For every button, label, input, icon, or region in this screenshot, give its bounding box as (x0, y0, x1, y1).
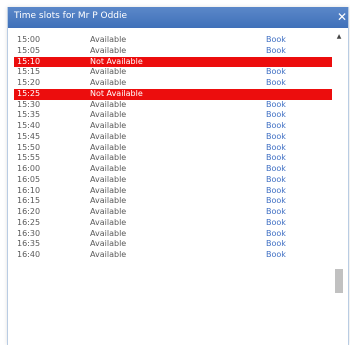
slot-time: 16:10 (17, 185, 41, 195)
book-link[interactable]: Book (266, 164, 286, 175)
book-link[interactable]: Book (266, 143, 286, 154)
slot-status: Available (90, 142, 127, 152)
slot-status: Available (90, 110, 127, 120)
slot-time: 15:05 (17, 45, 41, 55)
slot-time: 15:45 (17, 131, 41, 141)
time-slot-list: 15:00 Available Book 15:05 Available Book 15:1… (14, 35, 332, 261)
slot-status: Available (90, 185, 127, 195)
slot-status: Available (90, 78, 127, 87)
time-slot-row: 15:15 Available Book (14, 67, 332, 78)
slot-status: Available (90, 196, 127, 206)
slot-status: Not Available (90, 56, 143, 66)
time-slot-row: 15:20 Available Book (14, 78, 332, 89)
time-slot-row: 16:10 Available Book (14, 186, 332, 197)
slot-status: Available (90, 217, 127, 227)
slot-status: Available (90, 131, 127, 141)
scroll-thumb[interactable] (335, 269, 343, 293)
slot-status: Available (90, 164, 127, 173)
slot-status: Available (90, 99, 127, 109)
book-link[interactable]: Book (266, 218, 286, 229)
time-slot-row: 16:15 Available Book (14, 196, 332, 207)
scroll-up-arrow-icon[interactable]: ▲ (335, 33, 343, 41)
book-link[interactable]: Book (266, 78, 286, 89)
slot-status: Available (90, 153, 127, 163)
slot-time: 16:20 (17, 207, 41, 216)
time-slot-row: 15:00 Available Book (14, 35, 332, 46)
time-slots-dialog: Time slots for Mr P Oddie ✕ 15:00 Availab… (7, 7, 349, 345)
slot-status: Available (90, 250, 127, 259)
book-link[interactable]: Book (266, 67, 286, 78)
slot-time: 16:00 (17, 164, 41, 173)
slot-time: 15:25 (17, 88, 41, 98)
book-link[interactable]: Book (266, 35, 286, 46)
slot-status: Available (90, 174, 127, 184)
time-slot-row: 16:05 Available Book (14, 175, 332, 186)
book-link[interactable]: Book (266, 121, 286, 132)
time-slot-row: 15:35 Available Book (14, 110, 332, 121)
time-slot-row: 16:25 Available Book (14, 218, 332, 229)
slot-time: 15:15 (17, 67, 41, 77)
time-slot-row: 15:30 Available Book (14, 100, 332, 111)
slot-time: 16:40 (17, 250, 41, 259)
slot-status: Available (90, 207, 127, 216)
book-link[interactable]: Book (266, 132, 286, 143)
dialog-titlebar: Time slots for Mr P Oddie ✕ (8, 7, 348, 28)
book-link[interactable]: Book (266, 100, 286, 111)
dialog-title: Time slots for Mr P Oddie (14, 11, 128, 21)
slot-time: 15:35 (17, 110, 41, 120)
time-slot-row: 15:10 Not Available (14, 56, 332, 68)
book-link[interactable]: Book (266, 250, 286, 261)
time-slot-row: 16:35 Available Book (14, 239, 332, 250)
book-link[interactable]: Book (266, 196, 286, 207)
slot-time: 16:15 (17, 196, 41, 206)
slot-time: 16:30 (17, 228, 41, 238)
time-slot-row: 15:55 Available Book (14, 153, 332, 164)
book-link[interactable]: Book (266, 207, 286, 218)
vertical-scrollbar[interactable]: ▲ (333, 29, 345, 345)
slot-time: 15:00 (17, 35, 41, 44)
book-link[interactable]: Book (266, 186, 286, 197)
slot-status: Available (90, 35, 127, 44)
book-link[interactable]: Book (266, 110, 286, 121)
book-link[interactable]: Book (266, 239, 286, 250)
slot-status: Available (90, 67, 127, 77)
slot-time: 15:55 (17, 153, 41, 163)
time-slot-row: 16:40 Available Book (14, 250, 332, 261)
close-icon[interactable]: ✕ (336, 10, 348, 24)
time-slot-row: 15:05 Available Book (14, 46, 332, 57)
time-slot-row: 16:30 Available Book (14, 229, 332, 240)
time-slot-row: 16:00 Available Book (14, 164, 332, 175)
slot-time: 15:10 (17, 56, 41, 66)
book-link[interactable]: Book (266, 153, 286, 164)
slot-time: 15:50 (17, 142, 41, 152)
slot-time: 15:40 (17, 121, 41, 130)
time-slot-row: 15:50 Available Book (14, 143, 332, 154)
slot-status: Not Available (90, 88, 143, 98)
slot-time: 16:05 (17, 174, 41, 184)
book-link[interactable]: Book (266, 46, 286, 57)
time-slot-row: 16:20 Available Book (14, 207, 332, 218)
slot-status: Available (90, 239, 127, 249)
slot-status: Available (90, 121, 127, 130)
slot-time: 15:30 (17, 99, 41, 109)
slot-status: Available (90, 45, 127, 55)
time-slot-row: 15:45 Available Book (14, 132, 332, 143)
slot-status: Available (90, 228, 127, 238)
time-slot-row: 15:25 Not Available (14, 88, 332, 100)
slot-time: 15:20 (17, 78, 41, 87)
time-slot-row: 15:40 Available Book (14, 121, 332, 132)
book-link[interactable]: Book (266, 229, 286, 240)
slot-time: 16:25 (17, 217, 41, 227)
book-link[interactable]: Book (266, 175, 286, 186)
slot-time: 16:35 (17, 239, 41, 249)
